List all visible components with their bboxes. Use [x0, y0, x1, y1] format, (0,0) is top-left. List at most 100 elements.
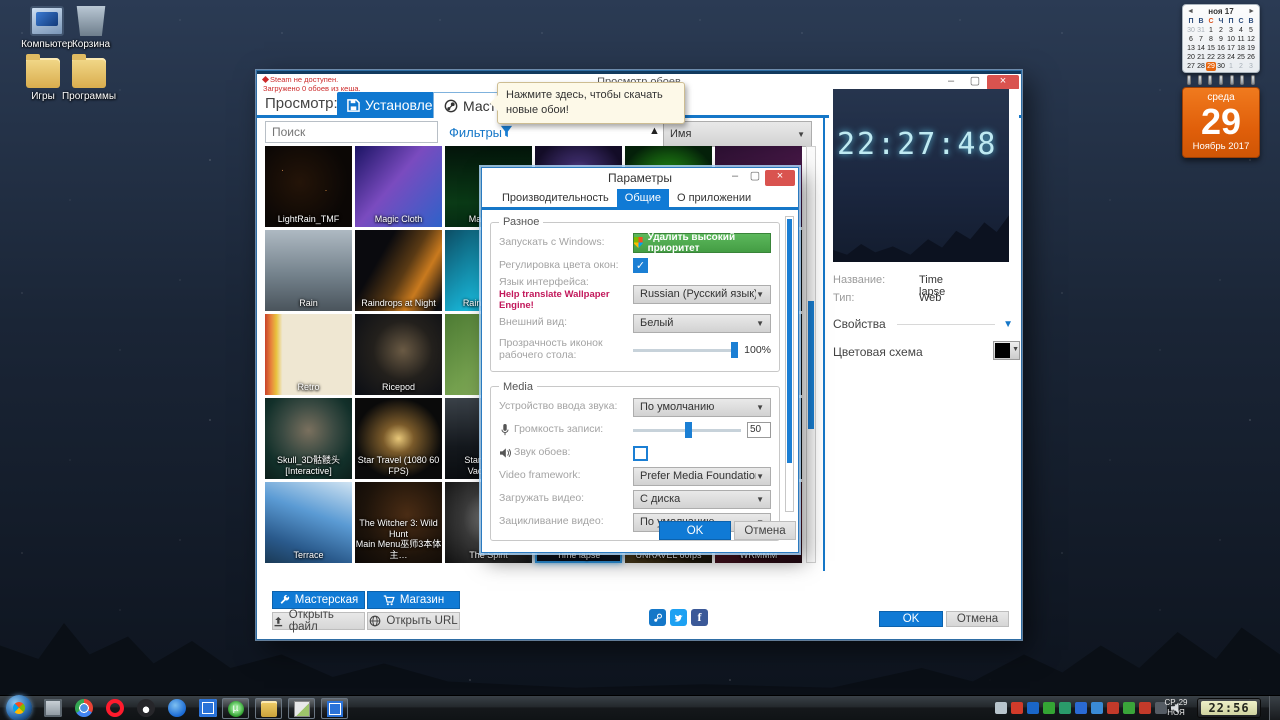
wallpaper-thumbnail[interactable]: Magic Cloth [355, 146, 442, 227]
workshop-button[interactable]: Мастерская [272, 591, 365, 609]
close-button[interactable]: × [987, 75, 1019, 90]
record-volume-input[interactable]: 50 [747, 422, 771, 438]
filters-link[interactable]: Фильтры [449, 125, 502, 140]
audio-input-dropdown[interactable]: По умолчанию▼ [633, 398, 771, 417]
opera-taskbar-icon[interactable] [106, 699, 124, 717]
open-url-button[interactable]: Открыть URL [367, 612, 460, 630]
antivirus-ok-tray-icon[interactable] [1123, 702, 1135, 714]
taskbar-open-apps: µ [222, 698, 348, 719]
explorer-taskbar-button[interactable] [255, 698, 282, 719]
dialog-scrollbar-thumb[interactable] [787, 219, 792, 463]
utorrent-tray-tray-icon[interactable] [1043, 702, 1055, 714]
video-framework-dropdown[interactable]: Prefer Media Foundation▼ [633, 467, 771, 486]
translate-link[interactable]: Help translate Wallpaper Engine! [499, 289, 610, 312]
dialog-scrollbar[interactable] [785, 216, 794, 512]
start-button[interactable] [6, 695, 32, 720]
chrome-taskbar-icon[interactable] [75, 699, 93, 717]
remote-desktop-taskbar-icon[interactable] [44, 699, 62, 717]
wallpaper-thumbnail[interactable]: Skull_3D骷髅头 [Interactive] [265, 398, 352, 479]
download-wallpapers-tooltip: Нажмите здесь, чтобы скачать новые обои! [497, 82, 685, 124]
slider-thumb[interactable] [731, 342, 738, 358]
desktop-icon-recycle-bin[interactable]: Корзина [52, 6, 130, 50]
calendar-prev-icon[interactable]: ◄ [1187, 8, 1194, 15]
sort-direction-icon[interactable]: ▲ [649, 125, 660, 137]
calendar-day: 15 [1206, 44, 1216, 53]
open-file-button[interactable]: Открыть файл [272, 612, 365, 630]
error-badge-tray-icon[interactable] [1139, 702, 1151, 714]
filter-funnel-icon[interactable] [500, 125, 513, 138]
wallpaper-thumbnail[interactable]: Raindrops at Night [355, 230, 442, 311]
wallpaper-thumbnail[interactable]: Terrace [265, 482, 352, 563]
window-ok-button[interactable]: OK [879, 611, 943, 627]
load-video-dropdown[interactable]: С диска▼ [633, 490, 771, 509]
tab-about[interactable]: О приложении [669, 189, 759, 210]
dialog-cancel-button[interactable]: Отмена [734, 521, 796, 540]
desktop-icon-programs[interactable]: Программы [50, 58, 128, 102]
bluetooth-tray-icon[interactable] [1027, 702, 1039, 714]
wallpaper-thumbnail[interactable]: Rain [265, 230, 352, 311]
icon-opacity-slider[interactable] [633, 342, 738, 358]
facebook-social-icon[interactable]: f [691, 609, 708, 626]
maxthon-tray-icon[interactable] [1075, 702, 1087, 714]
store-button[interactable]: Магазин [367, 591, 460, 609]
wallpaper-thumbnail[interactable]: Star Travel (1080 60 FPS) [355, 398, 442, 479]
calendar-grid: ПВСЧПСВ303112345678910111213141516171819… [1186, 17, 1256, 71]
wallpaper-title: LightRain_TMF [265, 214, 352, 225]
taskbar: µ СР, 29НОЯ 22:56 [0, 695, 1280, 720]
calendar-day: 18 [1236, 44, 1246, 53]
sort-by-dropdown[interactable]: Имя ▼ [663, 121, 812, 147]
dialog-minimize-button[interactable]: – [725, 170, 745, 185]
search-box[interactable] [265, 121, 438, 143]
open-url-label: Открыть URL [386, 615, 457, 627]
wallpaper-thumbnail[interactable]: LightRain_TMF [265, 146, 352, 227]
appearance-dropdown[interactable]: Белый▼ [633, 314, 771, 333]
record-volume-slider[interactable] [633, 422, 741, 438]
audio-input-row: Устройство ввода звука: По умолчанию▼ [499, 396, 771, 419]
color-scheme-picker[interactable]: ▼ [993, 341, 1020, 360]
remove-high-priority-button[interactable]: Удалить высокий приоритет [633, 233, 771, 253]
twitter-social-icon[interactable] [670, 609, 687, 626]
search-input[interactable] [266, 125, 433, 139]
wallpaper-sound-checkbox[interactable] [633, 446, 648, 461]
language-dropdown[interactable]: Russian (Русский язык)▼ [633, 285, 771, 304]
dialog-close-button[interactable]: × [765, 170, 795, 186]
tab-performance[interactable]: Производительность [494, 189, 617, 210]
flash-alert-tray-icon[interactable] [1011, 702, 1023, 714]
app-red-tray-icon[interactable] [1107, 702, 1119, 714]
calendar-next-icon[interactable]: ► [1248, 8, 1255, 15]
utorrent-taskbar-button[interactable]: µ [222, 698, 249, 719]
window-cancel-button[interactable]: Отмена [946, 611, 1009, 627]
dialog-maximize-button[interactable]: ▢ [745, 170, 765, 185]
wallpaper-thumbnail[interactable]: Ricepod [355, 314, 442, 395]
language-row: Язык интерфейса: Help translate Wallpape… [499, 277, 771, 312]
defender-shield-tray-icon[interactable] [1091, 702, 1103, 714]
wallpaper-thumbnail[interactable]: Retro [265, 314, 352, 395]
photos-taskbar-button[interactable] [288, 698, 315, 719]
gog-galaxy-taskbar-icon[interactable] [137, 699, 155, 717]
grid-scrollbar[interactable] [806, 146, 816, 563]
properties-expand-icon[interactable]: ▼ [1003, 319, 1013, 330]
minimize-button[interactable]: – [939, 75, 963, 90]
misc-group: Разное Запускать с Windows: Удалить высо… [490, 216, 780, 372]
slider-thumb[interactable] [685, 422, 692, 438]
dialog-ok-button[interactable]: OK [659, 521, 731, 540]
settings-dialog: Параметры – ▢ × Производительность Общие… [481, 167, 799, 553]
calendar-day-name: С [1206, 17, 1216, 26]
calendar-day: 1 [1206, 26, 1216, 35]
dialog-tabs: Производительность Общие О приложении [482, 189, 798, 210]
steam-social-icon[interactable] [649, 609, 666, 626]
hidden-icons-tray-icon[interactable] [995, 702, 1007, 714]
browser-taskbar-icon[interactable] [168, 699, 186, 717]
maximize-button[interactable]: ▢ [963, 75, 987, 90]
tab-general[interactable]: Общие [617, 189, 669, 210]
wallpaper-engine-taskbar-button[interactable] [321, 698, 348, 719]
window-color-checkbox[interactable]: ✓ [633, 258, 648, 273]
share-app-tray-icon[interactable] [1059, 702, 1071, 714]
mail-taskbar-icon[interactable] [199, 699, 217, 717]
grid-scrollbar-thumb[interactable] [808, 301, 814, 429]
show-desktop-button[interactable] [1269, 696, 1280, 720]
color-swatch [995, 343, 1010, 358]
disconnected-plug-icon [262, 76, 269, 83]
media-group: Media Устройство ввода звука: По умолчан… [490, 381, 780, 541]
wallpaper-thumbnail[interactable]: The Witcher 3: Wild Hunt Main Menu巫师3本体主… [355, 482, 442, 563]
